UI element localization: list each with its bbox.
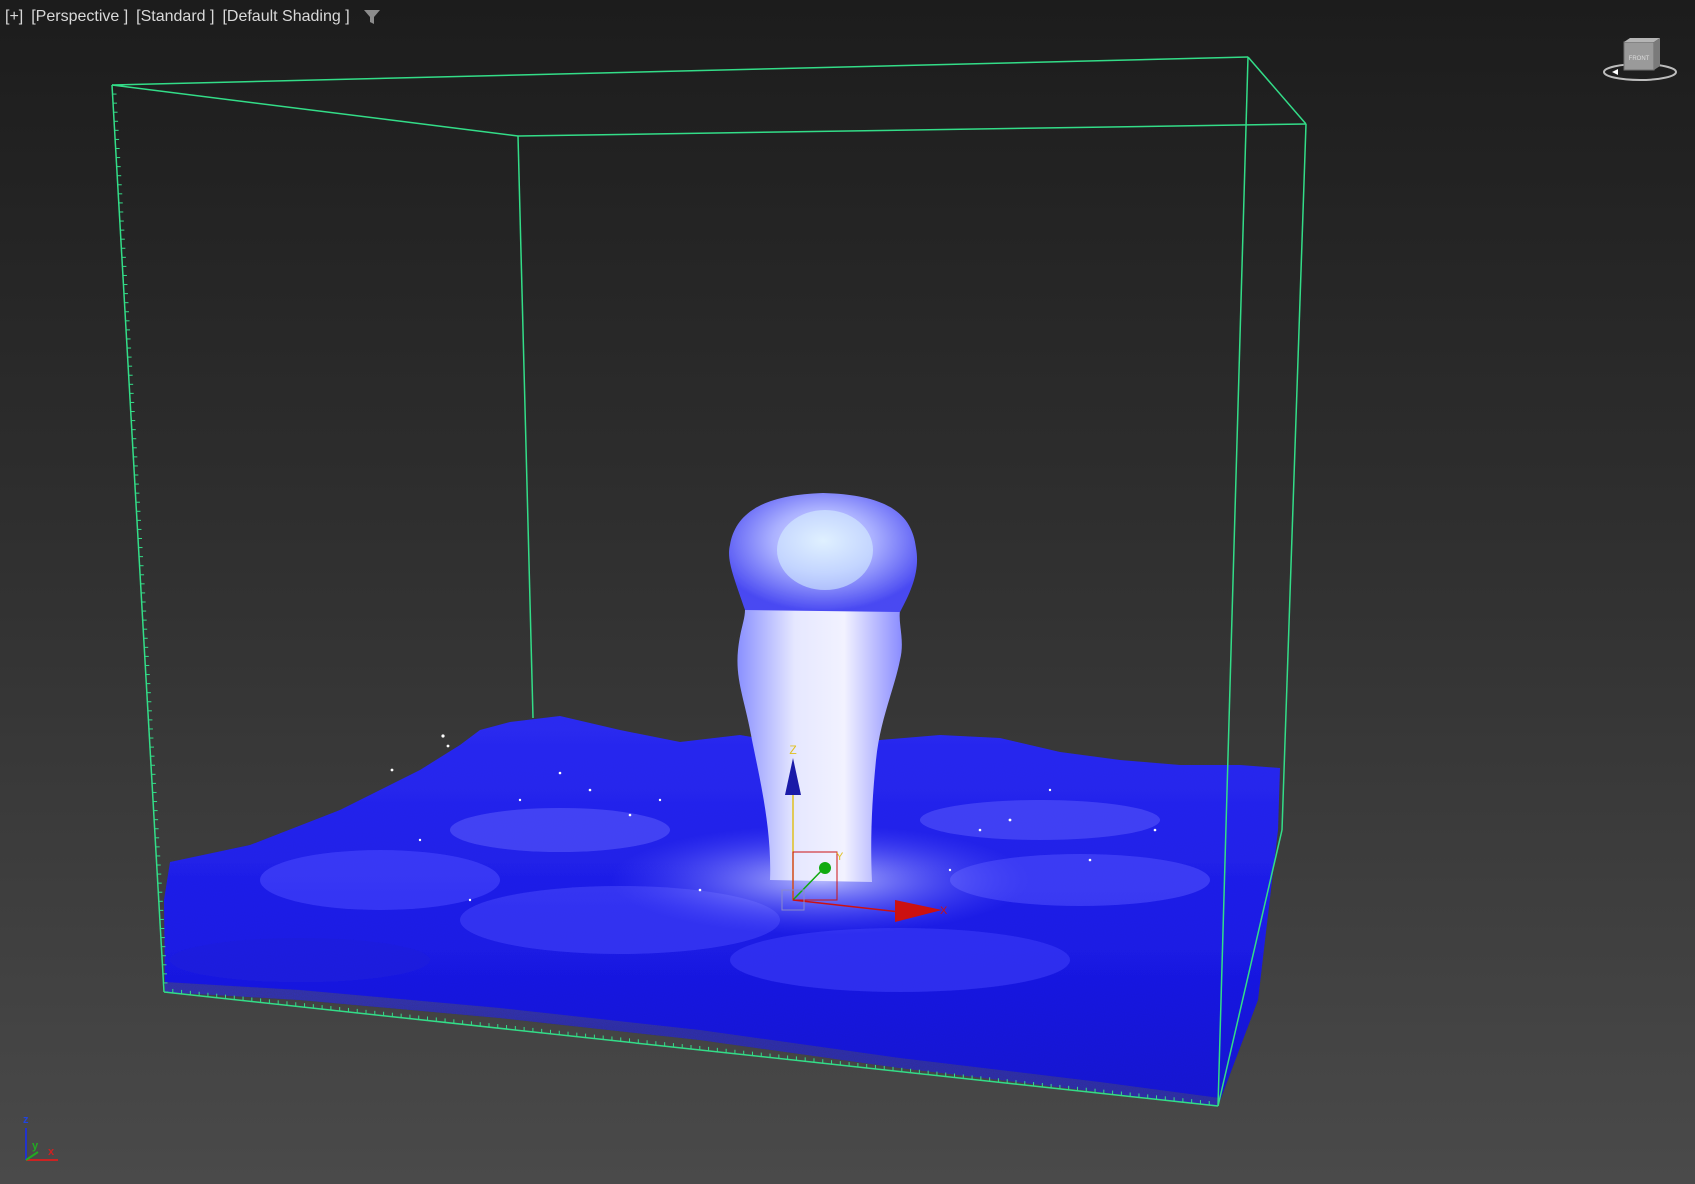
gizmo-y-label: Y	[836, 851, 844, 863]
bounding-box-back	[111, 84, 1307, 719]
world-axis-tripod: z y x	[18, 1114, 66, 1164]
viewcube-icon[interactable]: FRONT	[1600, 36, 1680, 86]
scene-canvas[interactable]: Z Y X	[0, 0, 1695, 1184]
viewport-general-menu[interactable]: [+]	[4, 8, 24, 26]
tripod-x-label: x	[48, 1146, 55, 1158]
viewport-point-of-view-menu[interactable]: [Perspective ]	[30, 8, 129, 26]
filter-funnel-icon[interactable]	[363, 8, 381, 26]
gizmo-x-label: X	[940, 905, 948, 917]
perspective-viewport[interactable]: Z Y X [+] [Perspective ] [Standard ] [De…	[0, 0, 1695, 1184]
gizmo-z-label: Z	[789, 743, 796, 757]
tripod-y-label: y	[32, 1140, 39, 1152]
viewport-label-menu: [+] [Perspective ] [Standard ] [Default …	[4, 6, 381, 28]
viewport-standard-menu[interactable]: [Standard ]	[135, 8, 215, 26]
tripod-z-label: z	[23, 1114, 29, 1126]
viewport-shading-menu[interactable]: [Default Shading ]	[221, 8, 350, 26]
viewcube-face-label: FRONT	[1629, 56, 1650, 62]
